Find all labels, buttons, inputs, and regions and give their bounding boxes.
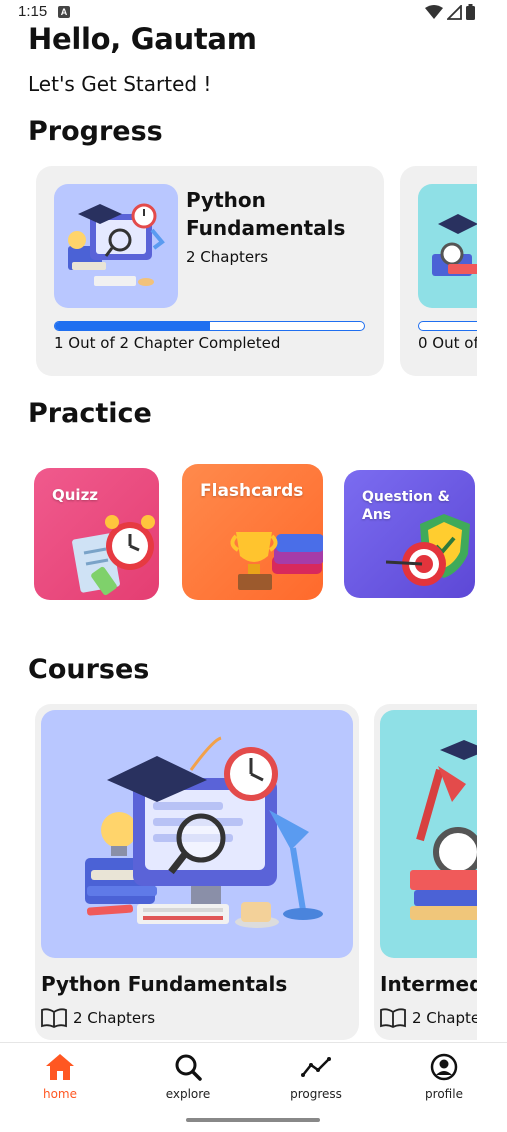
greeting-heading: Hello, Gautam xyxy=(28,22,257,56)
course-card-chapters-label: 2 Chapters xyxy=(73,1009,156,1027)
practice-tile-label: Quizz xyxy=(52,486,99,504)
progress-card-status: 1 Out of 2 Chapter Completed xyxy=(54,334,281,352)
progress-card-chapters: 2 Chapters xyxy=(186,248,269,266)
book-icon xyxy=(380,1008,406,1028)
progress-card[interactable]: Python Fundamentals 2 Chapters 1 Out of … xyxy=(36,166,384,376)
status-time: 1:15 xyxy=(18,3,48,20)
progress-bar xyxy=(54,321,365,331)
battery-icon xyxy=(466,4,475,20)
nav-label: profile xyxy=(425,1087,463,1101)
progress-section-title: Progress xyxy=(28,116,163,147)
progress-carousel[interactable]: Python Fundamentals 2 Chapters 1 Out of … xyxy=(0,166,477,378)
course-card-title: Intermed xyxy=(380,972,477,996)
trend-icon xyxy=(301,1057,331,1077)
wifi-icon xyxy=(425,4,443,19)
alarm-clock-checklist-icon xyxy=(72,515,155,596)
nav-item-home[interactable]: home xyxy=(15,1053,105,1101)
computer-learning-illustration xyxy=(41,710,353,958)
course-card[interactable]: Intermed 2 Chapte xyxy=(374,704,477,1040)
practice-section-title: Practice xyxy=(28,398,152,429)
home-icon xyxy=(46,1054,74,1080)
practice-tile-label: Flashcards xyxy=(200,481,304,501)
profile-icon xyxy=(430,1053,458,1081)
signal-icon xyxy=(447,4,462,20)
course-card-chapters: 2 Chapte xyxy=(380,1008,477,1028)
target-shield-icon xyxy=(386,514,470,586)
course-card[interactable]: Python Fundamentals 2 Chapters xyxy=(35,704,359,1040)
courses-section-title: Courses xyxy=(28,654,150,685)
practice-tile-quizz[interactable]: Quizz xyxy=(34,468,159,600)
home-indicator xyxy=(186,1118,320,1122)
course-card-chapters: 2 Chapters xyxy=(41,1008,155,1028)
greeting-subtitle: Let's Get Started ! xyxy=(28,72,212,96)
progress-bar-fill xyxy=(55,322,210,330)
course-card-chapters-label: 2 Chapte xyxy=(412,1009,477,1027)
nav-label: explore xyxy=(165,1087,211,1101)
nav-label: home xyxy=(42,1087,78,1101)
search-icon xyxy=(175,1054,202,1081)
practice-carousel[interactable]: Quizz Flashcards Question & Ans xyxy=(0,464,477,604)
nav-item-explore[interactable]: explore xyxy=(143,1053,233,1101)
practice-tile-flashcards[interactable]: Flashcards xyxy=(182,464,323,600)
progress-bar xyxy=(418,321,477,331)
notification-icon: A xyxy=(58,6,70,18)
progress-card[interactable]: 0 Out of xyxy=(400,166,477,376)
trophy-cards-icon xyxy=(230,532,323,590)
nav-label: progress xyxy=(290,1087,342,1101)
status-icons xyxy=(425,4,475,20)
nav-item-profile[interactable]: profile xyxy=(399,1053,489,1101)
practice-tile-question-ans[interactable]: Question & Ans xyxy=(344,470,475,598)
lamp-clock-illustration xyxy=(380,710,477,958)
progress-card-title: Python Fundamentals xyxy=(186,188,346,240)
book-icon xyxy=(41,1008,67,1028)
progress-card-status: 0 Out of xyxy=(418,334,477,352)
computer-learning-illustration xyxy=(54,184,178,308)
courses-carousel[interactable]: Python Fundamentals 2 Chapters Intermed … xyxy=(0,704,477,1042)
course-card-title: Python Fundamentals xyxy=(41,972,288,996)
lamp-clock-illustration xyxy=(418,184,477,308)
nav-item-progress[interactable]: progress xyxy=(271,1053,361,1101)
